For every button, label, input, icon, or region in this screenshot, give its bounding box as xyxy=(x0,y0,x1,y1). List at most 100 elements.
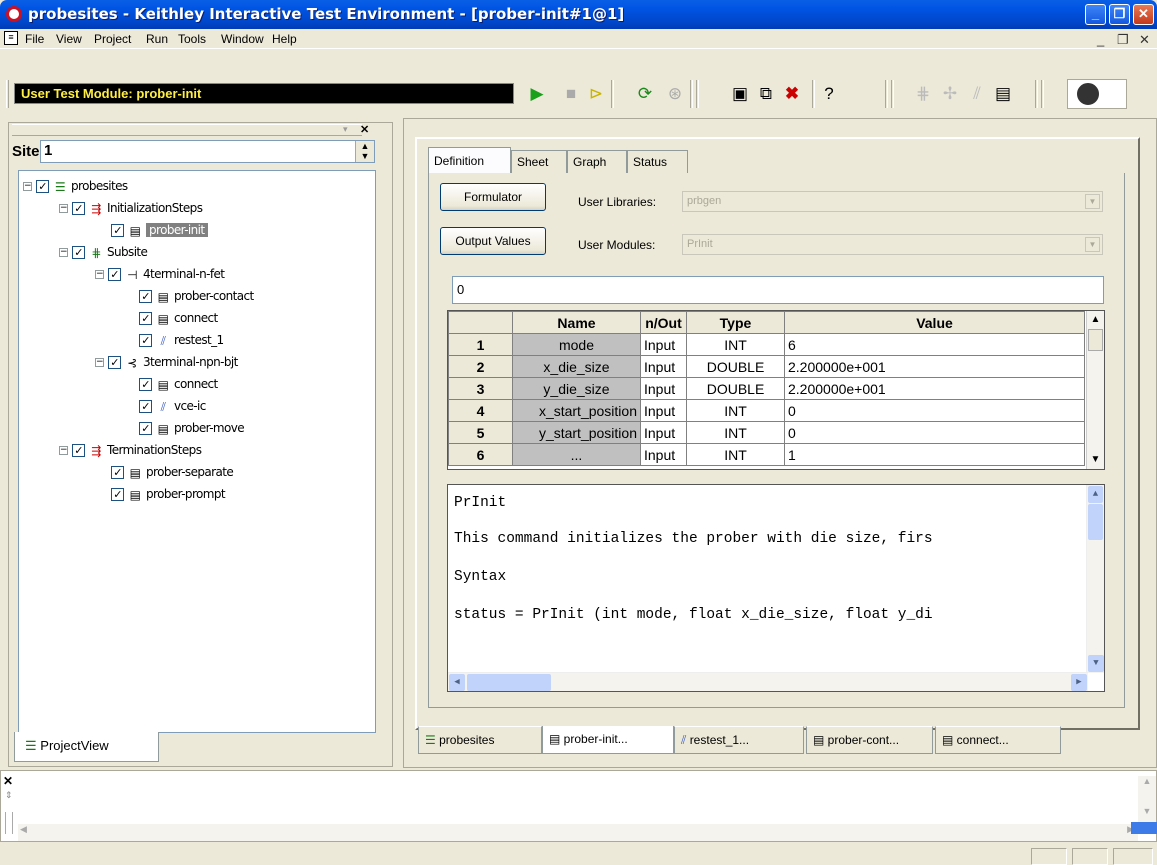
cell-value-input[interactable]: 0 xyxy=(452,276,1104,304)
output-vertical-scrollbar[interactable]: ▲ ▼ xyxy=(1138,776,1156,824)
scroll-up-icon[interactable]: ▲ xyxy=(1087,311,1104,329)
pane-dock-icon[interactable]: ▾ xyxy=(343,124,348,135)
scroll-down-icon[interactable]: ▼ xyxy=(1138,806,1156,822)
output-close-icon[interactable]: ✕ xyxy=(3,774,13,788)
scroll-up-icon[interactable]: ▲ xyxy=(1138,776,1156,792)
doc-tab-prober-contact[interactable]: ▤ prober-cont... xyxy=(806,726,933,754)
chevron-down-icon[interactable]: ▼ xyxy=(1085,237,1100,252)
param-value[interactable]: 1 xyxy=(784,443,1085,466)
site-spinner[interactable]: ▲ ▼ xyxy=(355,141,374,162)
tree-node-4terminal-n-fet[interactable]: − ✓ ⊣ 4terminal-n-fet xyxy=(95,264,225,286)
collapse-icon[interactable]: − xyxy=(95,358,104,367)
tree-node-prober-contact[interactable]: ✓ ▤ prober-contact xyxy=(139,286,254,308)
output-dock-icon[interactable]: ⇕ xyxy=(5,790,13,801)
collapse-icon[interactable]: − xyxy=(59,204,68,213)
collapse-icon[interactable]: − xyxy=(23,182,32,191)
tree-node-subsite[interactable]: − ✓ ⋕ Subsite xyxy=(59,242,148,264)
save-all-icon[interactable]: ⧉ xyxy=(755,83,777,105)
user-modules-select[interactable]: PrInit ▼ xyxy=(682,234,1103,255)
tab-graph[interactable]: Graph xyxy=(567,150,627,174)
checkbox[interactable]: ✓ xyxy=(72,202,85,215)
doc-tab-restest[interactable]: ⫽ restest_1... xyxy=(674,726,804,754)
tab-project-view[interactable]: ☰ ProjectView xyxy=(14,732,159,762)
desc-horizontal-scrollbar[interactable]: ◀ ▶ xyxy=(448,672,1088,691)
output-horizontal-scrollbar[interactable]: ◀ ▶ xyxy=(18,824,1138,841)
step-icon[interactable]: ⊳ xyxy=(585,83,607,105)
menu-file[interactable]: File xyxy=(25,32,44,46)
kite-logo-icon[interactable] xyxy=(1075,81,1101,107)
grid-vertical-scrollbar[interactable]: ▲ ▼ xyxy=(1086,311,1104,469)
close-button[interactable]: ✕ xyxy=(1133,4,1154,25)
header-value[interactable]: Value xyxy=(784,311,1085,334)
app-icon[interactable] xyxy=(6,6,22,22)
menu-run[interactable]: Run xyxy=(146,32,168,46)
tree-node-init-steps[interactable]: − ✓ ⇶ InitializationSteps xyxy=(59,198,203,220)
checkbox[interactable]: ✓ xyxy=(139,378,152,391)
output-values-button[interactable]: Output Values xyxy=(440,227,546,255)
checkbox[interactable]: ✓ xyxy=(108,268,121,281)
table-row[interactable]: 6... Input INT 1 xyxy=(448,443,1085,466)
module-icon[interactable]: ▤ xyxy=(992,83,1014,105)
tree-node-prober-move[interactable]: ✓ ▤ prober-move xyxy=(139,418,245,440)
checkbox[interactable]: ✓ xyxy=(139,422,152,435)
formulator-button[interactable]: Formulator xyxy=(440,183,546,211)
checkbox[interactable]: ✓ xyxy=(139,334,152,347)
checkbox[interactable]: ✓ xyxy=(111,224,124,237)
maximize-button[interactable]: ❐ xyxy=(1109,4,1130,25)
save-icon[interactable]: ▣ xyxy=(729,83,751,105)
module-description[interactable]: PrInit This command initializes the prob… xyxy=(447,484,1105,692)
checkbox[interactable]: ✓ xyxy=(72,246,85,259)
tree-node-connect[interactable]: ✓ ▤ connect xyxy=(139,374,218,396)
scroll-left-icon[interactable]: ◀ xyxy=(20,824,27,835)
scroll-thumb[interactable] xyxy=(1088,504,1103,540)
doc-tab-connect[interactable]: ▤ connect... xyxy=(935,726,1061,754)
collapse-icon[interactable]: − xyxy=(59,248,68,257)
tree-node-termination-steps[interactable]: − ✓ ⇶ TerminationSteps xyxy=(59,440,202,462)
tree-node-connect[interactable]: ✓ ▤ connect xyxy=(139,308,218,330)
tree-node-prober-separate[interactable]: ✓ ▤ prober-separate xyxy=(111,462,234,484)
param-value[interactable]: 2.200000e+001 xyxy=(784,377,1085,400)
menu-help[interactable]: Help xyxy=(272,32,297,46)
checkbox[interactable]: ✓ xyxy=(108,356,121,369)
checkbox[interactable]: ✓ xyxy=(111,466,124,479)
header-type[interactable]: Type xyxy=(686,311,785,334)
run-icon[interactable]: ▶ xyxy=(526,83,548,105)
output-grip[interactable] xyxy=(5,812,13,834)
scroll-down-icon[interactable]: ▼ xyxy=(1087,451,1104,469)
checkbox[interactable]: ✓ xyxy=(72,444,85,457)
header-name[interactable]: Name xyxy=(512,311,641,334)
scroll-thumb[interactable] xyxy=(467,674,551,691)
checkbox[interactable]: ✓ xyxy=(139,312,152,325)
scroll-up-icon[interactable]: ▲ xyxy=(1088,486,1103,503)
document-icon[interactable]: ≡ xyxy=(4,31,18,45)
tree-node-restest[interactable]: ✓ ⫽ restest_1 xyxy=(139,330,224,352)
menu-tools[interactable]: Tools xyxy=(178,32,206,46)
table-row[interactable]: 1 mode Input INT 6 xyxy=(448,333,1085,356)
table-row[interactable]: 3 y_die_size Input DOUBLE 2.200000e+001 xyxy=(448,377,1085,400)
desc-vertical-scrollbar[interactable]: ▲ ▼ xyxy=(1086,485,1104,673)
scroll-right-icon[interactable]: ▶ xyxy=(1071,674,1087,691)
help-icon[interactable]: ? xyxy=(818,83,840,105)
checkbox[interactable]: ✓ xyxy=(139,290,152,303)
collapse-icon[interactable]: − xyxy=(95,270,104,279)
scroll-left-icon[interactable]: ◀ xyxy=(449,674,465,691)
scroll-thumb[interactable] xyxy=(1088,329,1103,351)
menu-view[interactable]: View xyxy=(56,32,82,46)
tree-node-vce-ic[interactable]: ✓ ⫽ vce-ic xyxy=(139,396,206,418)
param-value[interactable]: 0 xyxy=(784,399,1085,422)
checkbox[interactable]: ✓ xyxy=(139,400,152,413)
pane-grip[interactable] xyxy=(12,124,362,136)
tab-status[interactable]: Status xyxy=(627,150,688,174)
tree-node-3terminal-npn-bjt[interactable]: − ✓ ⊰ 3terminal-npn-bjt xyxy=(95,352,238,374)
tree-node-probesites[interactable]: − ✓ ☰ probesites xyxy=(23,176,128,198)
tab-sheet[interactable]: Sheet xyxy=(511,150,567,174)
param-value[interactable]: 0 xyxy=(784,421,1085,444)
tree-node-prober-prompt[interactable]: ✓ ▤ prober-prompt xyxy=(111,484,226,506)
scroll-down-icon[interactable]: ▼ xyxy=(1088,655,1104,672)
run-all-icon[interactable]: ⟳ xyxy=(634,83,656,105)
doc-tab-prober-init[interactable]: ▤ prober-init... xyxy=(542,726,674,754)
stop-icon[interactable]: ■ xyxy=(560,83,582,105)
checkbox[interactable]: ✓ xyxy=(36,180,49,193)
param-value[interactable]: 6 xyxy=(784,333,1085,356)
menu-window[interactable]: Window xyxy=(221,32,264,46)
